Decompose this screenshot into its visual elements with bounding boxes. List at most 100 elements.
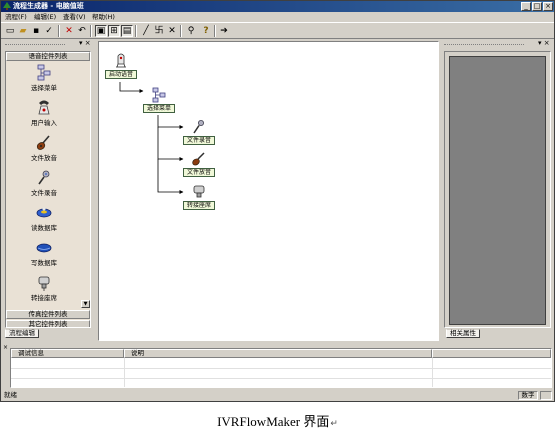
view-c-button[interactable]: ▤ [121, 25, 133, 37]
tool-transfer-agent[interactable]: 转接座席 [6, 274, 82, 308]
user-input-icon [38, 100, 50, 115]
node-label: 文件放音 [183, 168, 215, 177]
output-list[interactable]: 调试信息 说明 [10, 348, 552, 388]
close-button[interactable]: × [543, 2, 553, 11]
view-b-button[interactable]: ⊞ [108, 25, 120, 37]
open-folder-icon: ▰ [19, 26, 27, 36]
node-transfer-agent[interactable]: 转接座席 [183, 184, 215, 212]
tool-write-db[interactable]: 写数据库 [6, 239, 82, 273]
save-button[interactable]: ▪ [30, 25, 42, 37]
view-b-icon: ⊞ [110, 26, 118, 36]
panel-grip[interactable]: ▾ × [442, 40, 553, 48]
menu-help[interactable]: 帮助(H) [92, 13, 115, 21]
node-record-file[interactable]: 文件录音 [183, 119, 215, 147]
toolbar-separator [180, 25, 182, 37]
tool-label: 文件放音 [31, 154, 57, 162]
output-row-divider [11, 368, 551, 369]
help-button[interactable]: ? [200, 25, 212, 37]
node-menu-select[interactable]: 选择菜单 [143, 87, 175, 115]
route-button[interactable]: 卐 [153, 25, 165, 37]
panel-controls[interactable]: ▾ × [538, 40, 550, 47]
tab-properties[interactable]: 相关属性 [446, 329, 480, 338]
output-column-divider [432, 358, 433, 387]
status-pane-empty [540, 391, 552, 400]
output-panel: × 调试信息 说明 [3, 344, 552, 389]
tool-user-input[interactable]: 用户输入 [6, 99, 82, 133]
search-icon: ⚲ [187, 26, 195, 36]
tool-record-file[interactable]: 文件录音 [6, 169, 82, 203]
output-column-divider [124, 358, 125, 387]
status-bar: 就绪 数字 [1, 390, 554, 401]
menu-bar: 流程(F) 编辑(E) 查看(V) 帮助(H) [1, 12, 554, 22]
node-start[interactable]: 启动语音 [105, 53, 137, 81]
tool-play-file[interactable]: 文件放音 [6, 134, 82, 168]
menu-edit[interactable]: 编辑(E) [34, 13, 56, 21]
column-description[interactable]: 说明 [124, 349, 432, 358]
control-toolbox-panel: ▾ × 语音控件列表 选择菜单 用户输入 文件放音 文件录音 读数据库 写数据库… [3, 40, 94, 341]
node-label: 启动语音 [105, 70, 137, 79]
undo-button[interactable]: ↶ [76, 25, 88, 37]
toolbar-separator [135, 25, 137, 37]
tab-flow-edit[interactable]: 流程编辑 [5, 329, 39, 338]
read-db-icon [36, 207, 52, 218]
save-icon: ▪ [32, 26, 40, 36]
tool-label: 选择菜单 [31, 84, 57, 92]
delete-icon: ✕ [65, 26, 73, 36]
output-close-icon[interactable]: × [3, 344, 8, 351]
help-icon: ? [203, 26, 209, 36]
transfer-agent-icon [38, 276, 50, 291]
menu-select-icon [37, 64, 51, 81]
cross-icon: ✕ [168, 26, 176, 36]
flow-canvas[interactable]: 启动语音 选择菜单 文件录音 文件放音 转接座席 [98, 41, 439, 341]
open-button[interactable]: ▰ [17, 25, 29, 37]
group-voice-controls[interactable]: 语音控件列表 [6, 52, 90, 61]
view-a-icon: ▣ [96, 26, 106, 36]
properties-content[interactable] [449, 56, 546, 325]
node-play-file[interactable]: 文件放音 [183, 151, 215, 179]
new-file-icon: ▭ [5, 26, 15, 36]
delete-button[interactable]: ✕ [63, 25, 75, 37]
toolbar: ▭ ▰ ▪ ✓ ✕ ↶ ▣ ⊞ ▤ ╱ 卐 ✕ ⚲ ? ➔ [1, 22, 554, 39]
tool-label: 文件录音 [31, 189, 57, 197]
start-voice-icon [116, 53, 126, 68]
status-pane-numlock: 数字 [518, 391, 538, 400]
group-other-controls[interactable]: 其它控件列表 [6, 320, 90, 327]
tool-label: 写数据库 [31, 259, 57, 267]
arrow-right-icon: ➔ [220, 26, 228, 36]
new-file-button[interactable]: ▭ [4, 25, 16, 37]
undo-icon: ↶ [78, 26, 86, 36]
toolbox-scroll-down-button[interactable]: ▼ [81, 300, 90, 308]
cross-button[interactable]: ✕ [166, 25, 178, 37]
properties-box [444, 51, 551, 328]
search-button[interactable]: ⚲ [185, 25, 197, 37]
toolbar-separator [58, 25, 60, 37]
view-c-icon: ▤ [122, 26, 132, 36]
play-file-icon [36, 135, 50, 150]
column-extra[interactable] [432, 349, 551, 358]
panel-grip[interactable]: ▾ × [3, 40, 94, 48]
column-debug-info[interactable]: 调试信息 [11, 349, 124, 358]
check-button[interactable]: ✓ [43, 25, 55, 37]
forward-button[interactable]: ➔ [218, 25, 230, 37]
record-file-icon [193, 120, 204, 134]
panel-controls[interactable]: ▾ × [79, 40, 91, 47]
view-a-button[interactable]: ▣ [95, 25, 107, 37]
menu-flow[interactable]: 流程(F) [5, 13, 27, 21]
toolbar-separator [214, 25, 216, 37]
properties-panel: ▾ × 相关属性 [442, 40, 553, 341]
tool-label: 读数据库 [31, 224, 57, 232]
maximize-button[interactable]: □ [532, 2, 542, 11]
tool-menu-select[interactable]: 选择菜单 [6, 64, 82, 98]
tool-label: 用户输入 [31, 119, 57, 127]
toolbar-separator [90, 25, 92, 37]
main-window: 流程生成器 - 电脑值班 _ □ × 流程(F) 编辑(E) 查看(V) 帮助(… [0, 0, 555, 402]
play-file-icon [192, 152, 205, 166]
line-button[interactable]: ╱ [140, 25, 152, 37]
output-row-divider [11, 378, 551, 379]
check-icon: ✓ [45, 26, 53, 36]
group-fax-controls[interactable]: 传真控件列表 [6, 310, 90, 319]
tool-read-db[interactable]: 读数据库 [6, 204, 82, 238]
title-bar[interactable]: 流程生成器 - 电脑值班 _ □ × [1, 1, 554, 12]
minimize-button[interactable]: _ [521, 2, 531, 11]
menu-view[interactable]: 查看(V) [63, 13, 86, 21]
